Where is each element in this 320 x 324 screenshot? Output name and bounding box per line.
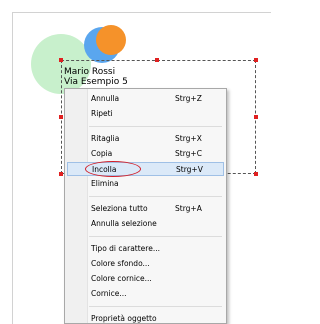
- menu-item-ripeti[interactable]: Ripeti: [67, 107, 224, 121]
- menu-item-label: Colore sfondo...: [91, 259, 150, 268]
- menu-item-shortcut: Strg+V: [176, 165, 203, 174]
- menu-item-seleziona-tutto[interactable]: Seleziona tutto Strg+A: [67, 202, 224, 216]
- menu-item-label: Cornice...: [91, 289, 127, 298]
- resize-handle-top-center[interactable]: [155, 58, 159, 62]
- menu-item-cornice[interactable]: Cornice...: [67, 287, 224, 301]
- menu-item-label: Proprietà oggetto: [91, 314, 157, 323]
- design-canvas[interactable]: Mario Rossi Via Esempio 5 Annulla Strg+Z R…: [0, 0, 271, 324]
- menu-item-label: Annulla selezione: [91, 219, 157, 228]
- menu-item-label: Incolla: [92, 165, 117, 174]
- menu-item-tipo-di-carattere[interactable]: Tipo di carattere...: [67, 242, 224, 256]
- menu-item-annulla-selezione[interactable]: Annulla selezione: [67, 217, 224, 231]
- menu-item-label: Annulla: [91, 94, 120, 103]
- resize-handle-bottom-left[interactable]: [59, 172, 63, 176]
- menu-item-colore-sfondo[interactable]: Colore sfondo...: [67, 257, 224, 271]
- menu-item-incolla[interactable]: Incolla Strg+V: [67, 162, 224, 176]
- page-edge-left: [12, 12, 13, 324]
- menu-item-label: Ripeti: [91, 109, 113, 118]
- address-line-street: Via Esempio 5: [64, 77, 128, 87]
- menu-item-label: Tipo di carattere...: [91, 244, 160, 253]
- orange-circle-shape[interactable]: [96, 25, 126, 55]
- menu-item-label: Copia: [91, 149, 113, 158]
- page-edge-top: [12, 12, 271, 13]
- menu-item-colore-cornice[interactable]: Colore cornice...: [67, 272, 224, 286]
- menu-separator: [89, 196, 222, 197]
- menu-item-label: Seleziona tutto: [91, 204, 148, 213]
- menu-item-elimina[interactable]: Elimina: [67, 177, 224, 191]
- menu-item-annulla[interactable]: Annulla Strg+Z: [67, 92, 224, 106]
- menu-item-ritaglia[interactable]: Ritaglia Strg+X: [67, 132, 224, 146]
- resize-handle-middle-left[interactable]: [59, 115, 63, 119]
- menu-item-label: Elimina: [91, 179, 119, 188]
- menu-item-shortcut: Strg+C: [175, 149, 202, 158]
- resize-handle-bottom-right[interactable]: [254, 172, 258, 176]
- resize-handle-middle-right[interactable]: [254, 115, 258, 119]
- menu-separator: [89, 126, 222, 127]
- menu-item-proprietà-oggetto[interactable]: Proprietà oggetto: [67, 312, 224, 323]
- context-menu: Annulla Strg+Z Ripeti Ritaglia Strg+X Copia St…: [64, 88, 227, 324]
- menu-separator: [89, 236, 222, 237]
- menu-item-shortcut: Strg+X: [175, 134, 202, 143]
- address-line-name: Mario Rossi: [64, 67, 116, 77]
- menu-item-label: Ritaglia: [91, 134, 120, 143]
- resize-handle-top-right[interactable]: [254, 58, 258, 62]
- menu-item-shortcut: Strg+A: [175, 204, 202, 213]
- menu-separator: [89, 306, 222, 307]
- menu-item-copia[interactable]: Copia Strg+C: [67, 147, 224, 161]
- menu-item-shortcut: Strg+Z: [175, 94, 202, 103]
- menu-item-label: Colore cornice...: [91, 274, 152, 283]
- resize-handle-top-left[interactable]: [59, 58, 63, 62]
- address-text[interactable]: Mario Rossi Via Esempio 5: [64, 67, 128, 87]
